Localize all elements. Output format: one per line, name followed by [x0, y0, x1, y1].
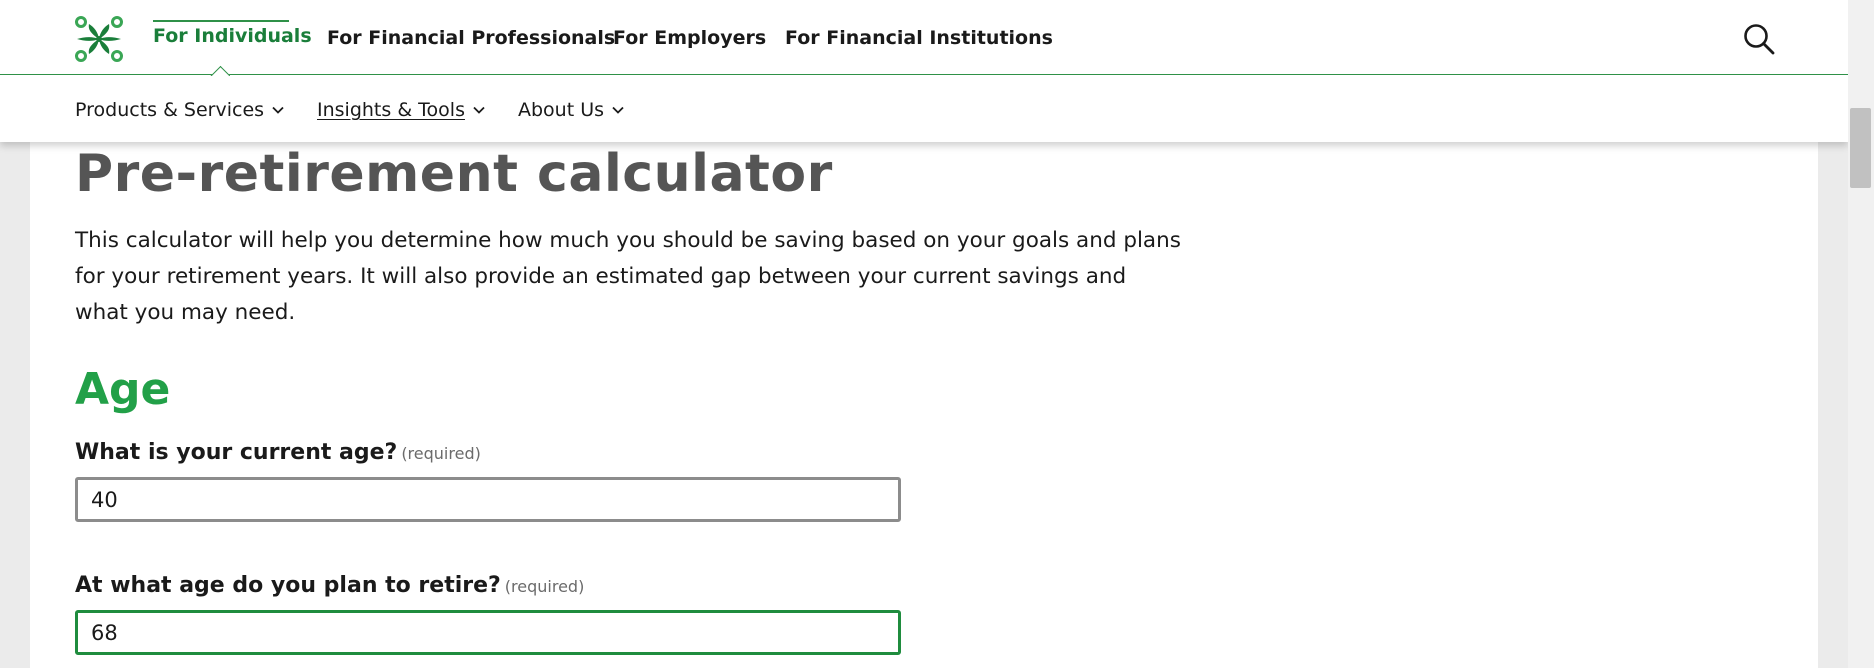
nav-link-for-employers[interactable]: For Employers [613, 27, 766, 49]
current-age-label: What is your current age? (required) [75, 440, 481, 465]
logo-icon[interactable] [72, 15, 126, 63]
nav-link-for-financial-professionals[interactable]: For Financial Professionals [327, 27, 615, 49]
chevron-down-icon [272, 106, 284, 114]
page-title: Pre-retirement calculator [75, 144, 833, 204]
sub-nav-insights-tools[interactable]: Insights & Tools [317, 99, 485, 121]
sub-nav-label: About Us [518, 99, 605, 121]
intro-paragraph: This calculator will help you determine … [75, 228, 1181, 325]
search-icon[interactable] [1742, 22, 1776, 56]
active-tab-notch [210, 65, 230, 76]
section-heading-age: Age [75, 364, 171, 415]
current-age-input[interactable] [75, 477, 901, 522]
chevron-down-icon [473, 106, 485, 114]
sub-nav: Products & Services Insights & Tools Abo… [0, 75, 1848, 142]
scrollbar-track[interactable] [1848, 0, 1874, 668]
top-nav: For Individuals For Financial Profession… [0, 0, 1848, 75]
sub-nav-label: Insights & Tools [317, 99, 465, 121]
active-tab-indicator [153, 20, 289, 22]
sub-nav-about-us[interactable]: About Us [518, 99, 624, 121]
required-indicator: (required) [504, 577, 585, 596]
nav-link-for-financial-institutions[interactable]: For Financial Institutions [785, 27, 1053, 49]
retire-age-input[interactable] [75, 610, 901, 655]
current-age-question: What is your current age? [75, 440, 398, 465]
nav-link-for-individuals[interactable]: For Individuals [153, 25, 312, 47]
scrollbar-thumb[interactable] [1850, 108, 1871, 188]
retire-age-label: At what age do you plan to retire? (requi… [75, 573, 584, 598]
sub-nav-products-services[interactable]: Products & Services [75, 99, 284, 121]
required-indicator: (required) [401, 444, 481, 463]
retire-age-question: At what age do you plan to retire? [75, 573, 501, 598]
chevron-down-icon [612, 106, 624, 114]
sub-nav-label: Products & Services [75, 99, 265, 121]
